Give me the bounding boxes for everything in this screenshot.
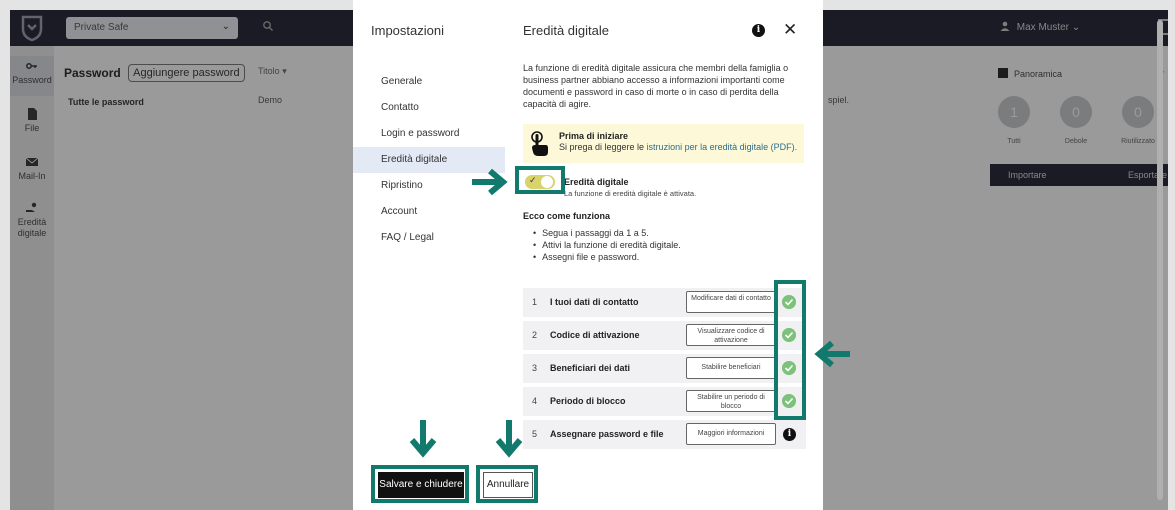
toggle-title: Eredità digitale	[564, 177, 629, 187]
step-number: 4	[532, 396, 538, 406]
before-start-notice: Prima di iniziare Si prega di leggere le…	[523, 124, 804, 163]
step-number: 1	[532, 297, 538, 307]
menu-item-account[interactable]: Account	[353, 199, 505, 225]
toggle-highlight-box: ✓	[515, 166, 565, 194]
save-and-close-button[interactable]: Salvare e chiudere	[378, 472, 464, 498]
instructions-pdf-link[interactable]: istruzioni per la eredità digitale (PDF)…	[647, 142, 798, 152]
info-icon[interactable]: i	[783, 428, 796, 441]
how-it-works-title: Ecco come funziona	[523, 211, 611, 221]
check-icon: ✓	[529, 175, 537, 185]
hand-pointer-icon	[531, 131, 548, 156]
list-item: Attivi la funzione di eredità digitale.	[533, 239, 681, 251]
step-label: Beneficiari dei dati	[550, 363, 631, 373]
cancel-button[interactable]: Annullare	[483, 472, 533, 498]
step-number: 2	[532, 330, 538, 340]
settings-title: Impostazioni	[371, 23, 444, 38]
section-title: Eredità digitale	[523, 23, 609, 38]
list-item: Segua i passaggi da 1 a 5.	[533, 227, 681, 239]
step-label: Codice di attivazione	[550, 330, 640, 340]
step-label: Periodo di blocco	[550, 396, 626, 406]
step-number: 5	[532, 429, 538, 439]
menu-item-login[interactable]: Login e password	[353, 121, 505, 147]
step-number: 3	[532, 363, 538, 373]
arrow-right-icon	[472, 168, 508, 196]
step-row-3: 3 Beneficiari dei dati Stabilire benefic…	[523, 354, 806, 383]
menu-item-contatto[interactable]: Contatto	[353, 95, 505, 121]
digital-legacy-toggle[interactable]: ✓	[525, 175, 555, 189]
save-highlight-box: Salvare e chiudere	[371, 465, 469, 503]
arrow-down-icon	[409, 420, 437, 458]
step-row-4: 4 Periodo di blocco Stabilire un periodo…	[523, 387, 806, 416]
how-it-works-list: Segua i passaggi da 1 a 5. Attivi la fun…	[533, 227, 681, 263]
notice-text: Si prega di leggere le istruzioni per la…	[559, 142, 798, 152]
step-label: I tuoi dati di contatto	[550, 297, 639, 307]
set-beneficiaries-button[interactable]: Stabilire beneficiari	[686, 357, 776, 379]
menu-item-generale[interactable]: Generale	[353, 69, 505, 95]
notice-title: Prima di iniziare	[559, 131, 629, 141]
cancel-highlight-box: Annullare	[476, 465, 538, 503]
step-row-2: 2 Codice di attivazione Visualizzare cod…	[523, 321, 806, 350]
set-lock-period-button[interactable]: Stabilire un periodo di blocco	[686, 390, 776, 412]
intro-text: La funzione di eredità digitale assicura…	[523, 63, 789, 109]
edit-contact-button[interactable]: Modificare dati di contatto	[686, 291, 776, 313]
step-row-5: 5 Assegnare password e file Maggiori inf…	[523, 420, 806, 449]
toggle-status-text: La funzione di eredità digitale è attiva…	[564, 189, 697, 198]
step-row-1: 1 I tuoi dati di contatto Modificare dat…	[523, 288, 806, 317]
step-label: Assegnare password e file	[550, 429, 664, 439]
close-icon[interactable]: ✕	[783, 20, 797, 40]
scrollbar[interactable]	[1157, 20, 1163, 500]
checks-highlight-box	[774, 280, 806, 420]
info-icon[interactable]: i	[752, 24, 765, 37]
arrow-down-icon	[495, 420, 523, 458]
show-activation-code-button[interactable]: Visualizzare codice di attivazione	[686, 324, 776, 346]
list-item: Assegni file e password.	[533, 251, 681, 263]
toggle-knob	[541, 176, 553, 188]
more-info-button[interactable]: Maggiori informazioni	[686, 423, 776, 445]
arrow-left-icon	[814, 340, 850, 368]
menu-item-faq[interactable]: FAQ / Legal	[353, 225, 505, 251]
